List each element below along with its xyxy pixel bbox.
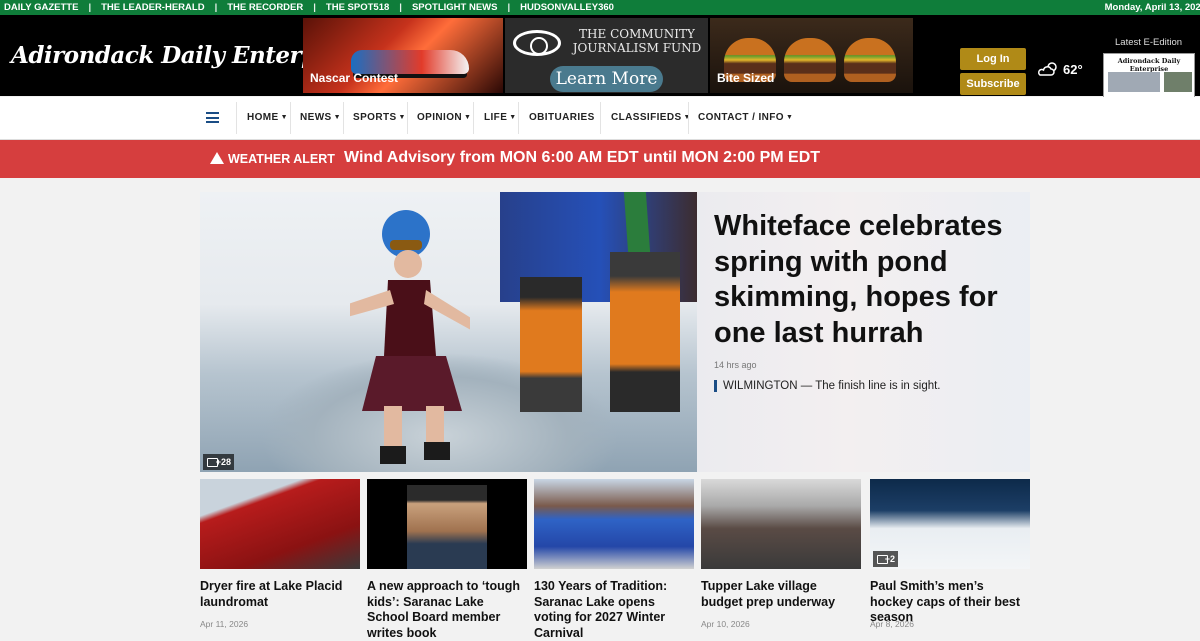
story-date: Apr 11, 2026 [200,619,249,629]
story-card[interactable]: Tupper Lake village budget prep underway… [701,479,861,629]
weather-alert-label-wrap: WEATHER ALERT [210,151,335,166]
story-thumbnail[interactable] [701,479,861,569]
caret-down-icon: ▼ [785,114,794,121]
nav-divider [407,102,408,134]
nav-item-classifieds[interactable]: CLASSIFIEDS▼ [611,112,691,123]
network-link-spotlight-news[interactable]: SPOTLIGHT NEWS [412,0,508,15]
masthead: Adirondack Daily Enterprise Nascar Conte… [0,15,1200,111]
network-link-leader-herald[interactable]: THE LEADER-HERALD [101,0,214,15]
hero-headline[interactable]: Whiteface celebrates spring with pond sk… [714,209,1019,351]
portrait-image [407,485,487,569]
nav-item-label: CLASSIFIEDS [611,112,682,123]
photo-gallery-count[interactable]: +2 [873,551,898,567]
story-card[interactable]: +2 Paul Smith’s men’s hockey caps of the… [870,479,1030,629]
story-title[interactable]: Tupper Lake village budget prep underway [701,579,861,610]
network-link-recorder[interactable]: THE RECORDER [227,0,313,15]
nav-item-sports[interactable]: SPORTS ▼ [353,112,406,123]
ad-nascar-contest[interactable]: Nascar Contest [303,18,503,93]
learn-more-button[interactable]: Learn More [550,66,663,92]
ad-nascar-label: Nascar Contest [310,71,399,85]
nav-item-label: CONTACT / INFO [698,112,784,123]
nav-divider [343,102,344,134]
eye-icon [513,30,561,56]
hero-photo-person [520,277,582,412]
story-card[interactable]: Dryer fire at Lake Placid laundromat Apr… [200,479,360,629]
subscribe-button[interactable]: Subscribe [960,73,1026,95]
burger-image [784,38,836,82]
ad-journalism-fund[interactable]: THE COMMUNITY JOURNALISM FUND Learn More [505,18,708,93]
story-thumbnail[interactable] [367,479,527,569]
story-thumbnail[interactable] [534,479,694,569]
network-separator: | [507,2,511,13]
nav-item-label: SPORTS [353,112,397,123]
nav-item-life[interactable]: LIFE ▼ [484,112,517,123]
story-date: Apr 8, 2026 [870,619,914,629]
partly-cloudy-icon[interactable] [1037,61,1059,77]
nav-divider [600,102,601,134]
nav-item-obituaries[interactable]: OBITUARIES [529,112,595,123]
warning-icon [210,152,224,164]
caret-down-icon: ▼ [509,114,517,121]
photo-gallery-count[interactable]: +28 [203,454,234,470]
story-title[interactable]: A new approach to ‘tough kids’: Saranac … [367,579,527,641]
weather-temperature[interactable]: 62° [1063,62,1083,77]
story-thumbnail[interactable] [200,479,360,569]
nav-item-label: OPINION [417,112,463,123]
network-sites: DAILY GAZETTE | THE LEADER-HERALD | THE … [4,0,624,15]
hamburger-menu-icon[interactable] [206,112,219,123]
eedition-label[interactable]: Latest E-Edition [1115,37,1182,48]
eedition-thumb-photo [1164,72,1192,92]
hero-timestamp: 14 hrs ago [714,360,757,370]
hero-photo-skier [350,210,470,464]
weather-alert-label: WEATHER ALERT [228,152,335,166]
nav-divider [236,102,237,134]
nav-item-label: HOME [247,112,279,123]
nav-item-label: LIFE [484,112,508,123]
network-link-daily-gazette[interactable]: DAILY GAZETTE [4,0,88,15]
eedition-thumb-photo [1108,72,1160,92]
hero-lede: WILMINGTON — The finish line is in sight… [714,380,941,392]
network-bar: DAILY GAZETTE | THE LEADER-HERALD | THE … [0,0,1200,15]
network-separator: | [88,2,92,13]
story-card[interactable]: 130 Years of Tradition: Saranac Lake ope… [534,479,694,641]
nav-divider [290,102,291,134]
network-separator: | [313,2,316,13]
current-date: Monday, April 13, 2026 [1104,2,1200,13]
story-thumbnail[interactable]: +2 [870,479,1030,569]
caret-down-icon: ▼ [333,114,341,121]
nav-divider [473,102,474,134]
network-link-spot518[interactable]: THE SPOT518 [326,0,399,15]
nav-item-opinion[interactable]: OPINION ▼ [417,112,471,123]
caret-down-icon: ▼ [398,114,406,121]
ad-bite-label: Bite Sized [717,71,775,85]
caret-down-icon: ▼ [280,114,288,121]
nav-item-home[interactable]: HOME ▼ [247,112,288,123]
nav-item-label: OBITUARIES [529,112,595,123]
weather-alert-banner[interactable]: WEATHER ALERT Wind Advisory from MON 6:0… [0,140,1200,178]
story-title[interactable]: Dryer fire at Lake Placid laundromat [200,579,360,610]
main-nav: HOME ▼ NEWS ▼ SPORTS ▼ OPINION ▼ LIFE ▼ OBITU… [0,97,1200,140]
network-separator: | [214,2,218,13]
hero-photo[interactable]: +28 [200,192,697,472]
weather-alert-message[interactable]: Wind Advisory from MON 6:00 AM EDT until… [344,149,820,167]
network-link-hudsonvalley360[interactable]: HUDSONVALLEY360 [520,0,624,15]
hero-story[interactable]: +28 Whiteface celebrates spring with pon… [200,192,1030,472]
story-date: Apr 10, 2026 [701,619,750,629]
nav-item-contact-info[interactable]: CONTACT / INFO ▼ [698,112,793,123]
nav-divider [518,102,519,134]
nav-item-news[interactable]: NEWS ▼ [300,112,341,123]
story-card[interactable]: A new approach to ‘tough kids’: Saranac … [367,479,527,641]
login-button[interactable]: Log In [960,48,1026,70]
ad-bite-sized[interactable]: Bite Sized [710,18,913,93]
hero-photo-person [610,252,680,412]
nav-divider [688,102,689,134]
story-title[interactable]: 130 Years of Tradition: Saranac Lake ope… [534,579,694,641]
caret-down-icon: ▼ [464,114,472,121]
ad-fund-title: THE COMMUNITY JOURNALISM FUND [572,27,702,55]
nav-item-label: NEWS [300,112,332,123]
burger-image [844,38,896,82]
eedition-thumb-name: Adirondack Daily Enterprise [1117,57,1181,73]
hero-text-panel: Whiteface celebrates spring with pond sk… [697,192,1030,472]
network-separator: | [399,2,402,13]
